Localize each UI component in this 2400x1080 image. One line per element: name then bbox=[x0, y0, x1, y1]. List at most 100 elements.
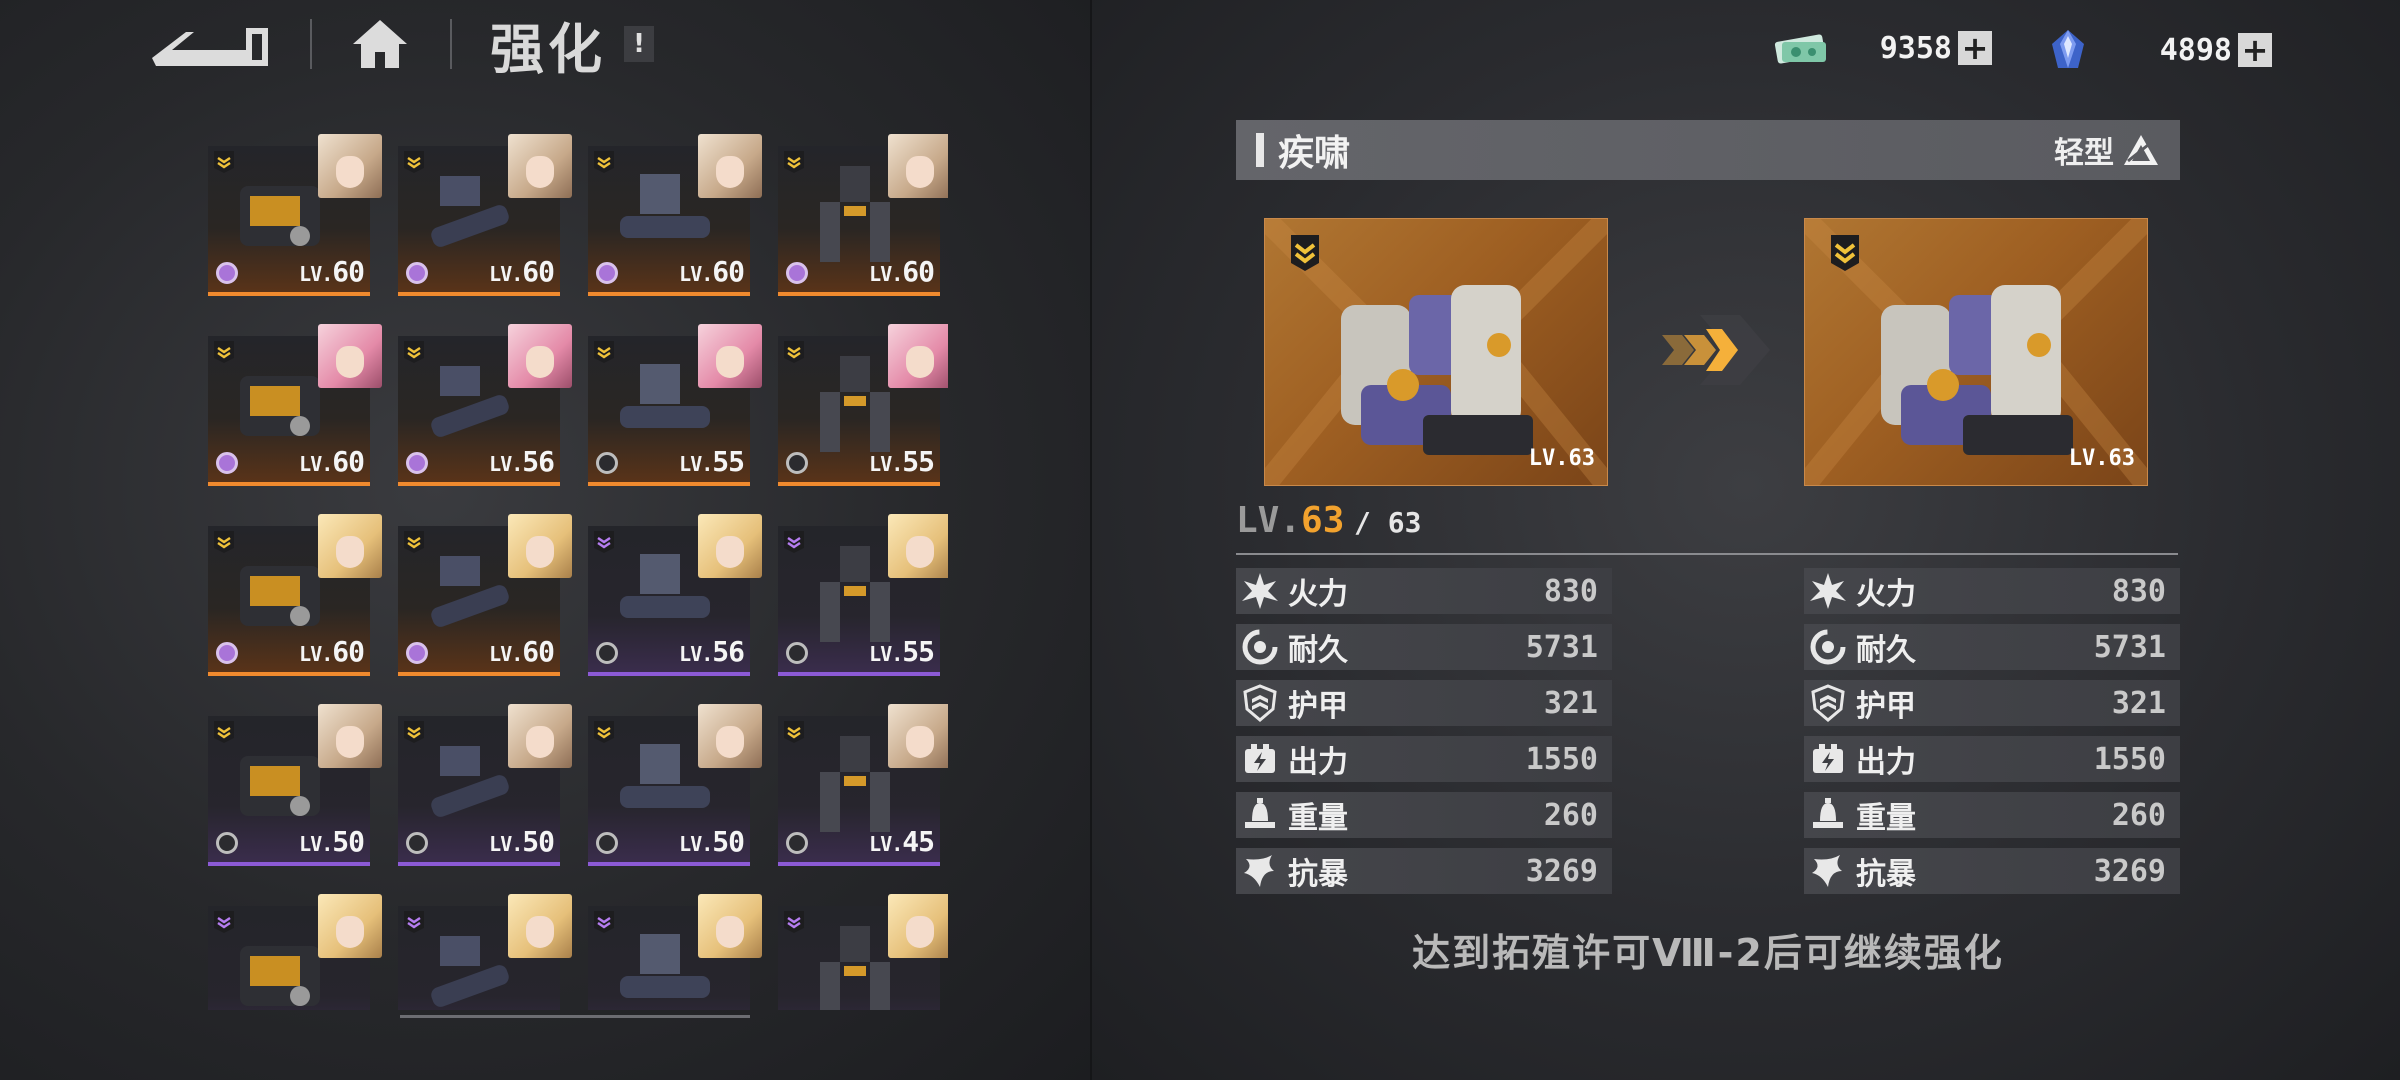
card-level: LV.60 bbox=[679, 255, 745, 288]
equipment-grid: LV.60 LV.60 LV.60 LV.60 LV.60 LV.56 LV.55 LV.55… bbox=[208, 110, 948, 1010]
rarity-line bbox=[778, 482, 940, 486]
blue-crystal-icon bbox=[2052, 30, 2084, 68]
equipment-card[interactable] bbox=[208, 870, 382, 1010]
equipment-card[interactable]: LV.50 bbox=[208, 680, 382, 866]
add-ticket-button[interactable]: + bbox=[1958, 31, 1992, 65]
equipment-card[interactable]: LV.55 bbox=[778, 300, 948, 486]
stat-value: 5731 bbox=[1525, 629, 1598, 665]
stat-label: 护甲 bbox=[1288, 689, 1348, 724]
rarity-line bbox=[588, 862, 750, 866]
core-slot-icon bbox=[216, 642, 238, 664]
back-button[interactable] bbox=[150, 14, 270, 74]
rank-chevron-icon bbox=[594, 531, 614, 553]
pilot-portrait bbox=[318, 894, 382, 958]
equipment-card[interactable]: LV.60 bbox=[398, 490, 572, 676]
stat-label: 抗暴 bbox=[1856, 857, 1916, 892]
pilot-portrait bbox=[698, 704, 762, 768]
stat-row: 抗暴 3269 bbox=[1236, 848, 1612, 894]
equipment-card[interactable] bbox=[398, 870, 572, 1010]
card-level: LV.60 bbox=[489, 635, 555, 668]
equipment-card[interactable]: LV.45 bbox=[778, 680, 948, 866]
back-arrow-icon bbox=[152, 28, 268, 66]
pilot-portrait bbox=[508, 894, 572, 958]
equipment-card[interactable]: LV.50 bbox=[398, 680, 572, 866]
stat-value: 260 bbox=[2111, 797, 2166, 833]
pilot-portrait bbox=[698, 514, 762, 578]
core-slot-icon bbox=[596, 452, 618, 474]
stats-after: 火力 830 耐久 5731 护甲 321 出力 1550 重量 260 抗暴 3269 bbox=[1804, 568, 2180, 904]
card-level: LV.55 bbox=[679, 445, 745, 478]
equipment-card[interactable]: LV.56 bbox=[588, 490, 762, 676]
pilot-portrait bbox=[318, 324, 382, 388]
core-slot-icon bbox=[406, 642, 428, 664]
pilot-portrait bbox=[888, 134, 948, 198]
rank-chevron-icon bbox=[404, 721, 424, 743]
rank-chevron-icon bbox=[784, 911, 804, 933]
card-level: LV.56 bbox=[489, 445, 555, 478]
equipment-card[interactable]: LV.60 bbox=[208, 300, 382, 486]
pilot-portrait bbox=[508, 324, 572, 388]
stat-label: 抗暴 bbox=[1288, 857, 1348, 892]
equipment-card[interactable] bbox=[778, 870, 948, 1010]
equipment-card[interactable]: LV.60 bbox=[588, 110, 762, 296]
level-prefix: LV. bbox=[1236, 500, 1302, 541]
stat-label: 护甲 bbox=[1856, 689, 1916, 724]
core-slot-icon bbox=[786, 452, 808, 474]
equipment-card[interactable]: LV.60 bbox=[208, 110, 382, 296]
add-crystal-button[interactable]: + bbox=[2238, 33, 2272, 67]
card-level: LV.45 bbox=[869, 825, 935, 858]
rarity-line bbox=[398, 292, 560, 296]
equipment-card[interactable]: LV.50 bbox=[588, 680, 762, 866]
home-button[interactable] bbox=[350, 14, 410, 74]
anti-riot-icon bbox=[1240, 851, 1280, 891]
info-button[interactable]: ! bbox=[624, 26, 654, 62]
stat-value: 260 bbox=[1543, 797, 1598, 833]
rank-chevron-icon bbox=[594, 721, 614, 743]
equipment-card[interactable]: LV.55 bbox=[778, 490, 948, 676]
stat-row: 火力 830 bbox=[1804, 568, 2180, 614]
preview-after-level: LV.63 bbox=[2068, 446, 2135, 471]
stat-row: 出力 1550 bbox=[1236, 736, 1612, 782]
stat-row: 重量 260 bbox=[1804, 792, 2180, 838]
pilot-portrait bbox=[888, 324, 948, 388]
rarity-line bbox=[398, 862, 560, 866]
firepower-icon bbox=[1808, 571, 1848, 611]
stat-label: 耐久 bbox=[1288, 633, 1348, 668]
rank-chevron-icon bbox=[214, 531, 234, 553]
crystal-amount: 4898 bbox=[2159, 32, 2232, 68]
core-slot-icon bbox=[786, 642, 808, 664]
preview-before-level: LV.63 bbox=[1528, 446, 1595, 471]
pilot-portrait bbox=[508, 514, 572, 578]
equipment-card[interactable]: LV.60 bbox=[208, 490, 382, 676]
light-type-icon bbox=[2124, 135, 2158, 165]
equipment-type: 轻型 bbox=[2054, 136, 2114, 171]
weight-icon bbox=[1240, 795, 1280, 835]
pilot-portrait bbox=[318, 514, 382, 578]
card-level: LV.56 bbox=[679, 635, 745, 668]
stat-label: 重量 bbox=[1856, 801, 1916, 836]
stat-value: 830 bbox=[2111, 573, 2166, 609]
rank-chevron-icon bbox=[784, 531, 804, 553]
equipment-card[interactable] bbox=[588, 870, 762, 1010]
stat-row: 抗暴 3269 bbox=[1804, 848, 2180, 894]
card-level: LV.50 bbox=[489, 825, 555, 858]
grid-scrollbar[interactable] bbox=[400, 1015, 750, 1018]
equipment-card[interactable]: LV.60 bbox=[398, 110, 572, 296]
stat-value: 5731 bbox=[2093, 629, 2166, 665]
home-icon bbox=[353, 20, 407, 68]
card-level: LV.60 bbox=[299, 255, 365, 288]
pilot-portrait bbox=[318, 134, 382, 198]
pilot-portrait bbox=[698, 894, 762, 958]
durability-icon bbox=[1808, 627, 1848, 667]
equipment-card[interactable]: LV.56 bbox=[398, 300, 572, 486]
currency-crystal: 4898 + bbox=[2048, 28, 2272, 72]
pilot-portrait bbox=[698, 324, 762, 388]
stat-label: 火力 bbox=[1288, 577, 1348, 612]
preview-after: LV.63 bbox=[1804, 218, 2148, 486]
rarity-line bbox=[778, 672, 940, 676]
upgrade-arrow-icon bbox=[1662, 315, 1770, 385]
currency-ticket: 9358 + bbox=[1772, 28, 1992, 68]
equipment-card[interactable]: LV.55 bbox=[588, 300, 762, 486]
rank-chevron-icon bbox=[404, 911, 424, 933]
equipment-card[interactable]: LV.60 bbox=[778, 110, 948, 296]
